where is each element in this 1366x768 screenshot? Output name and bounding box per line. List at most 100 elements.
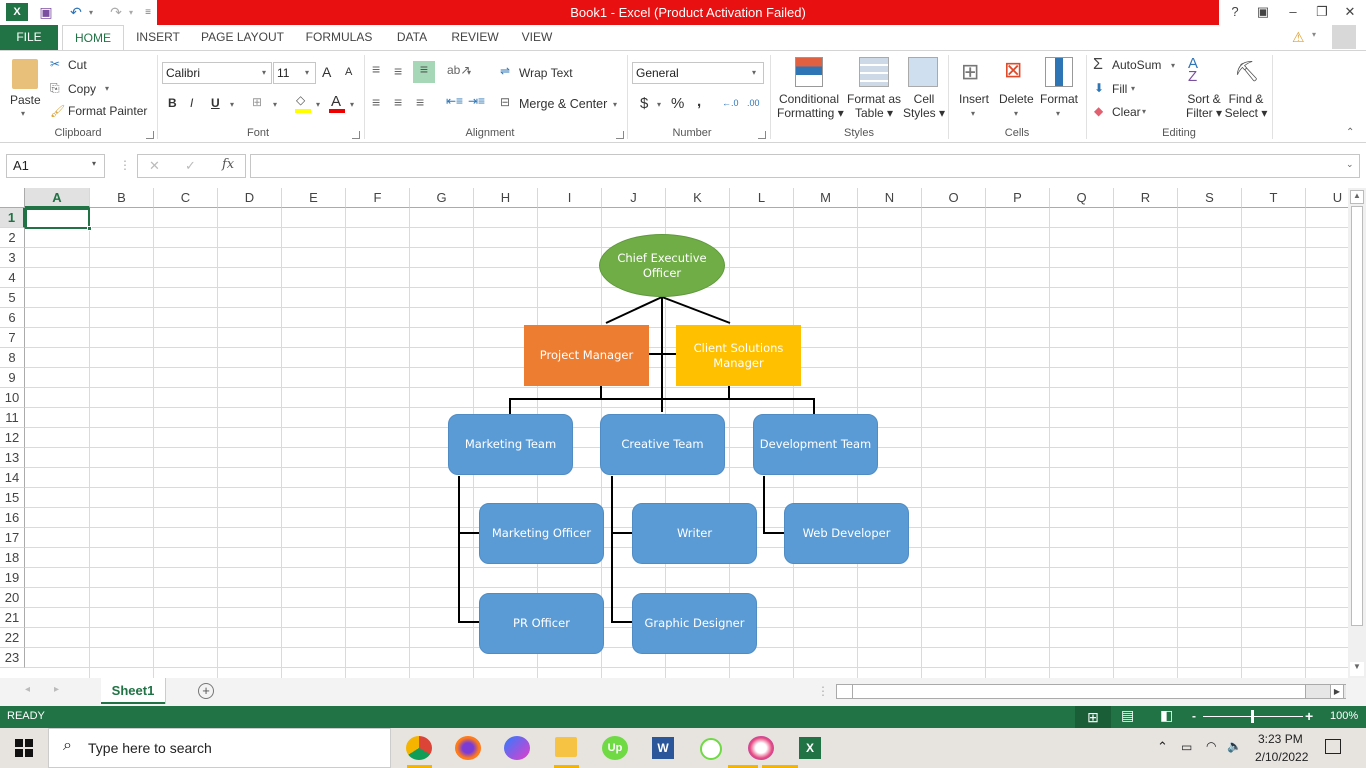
- cancel-icon[interactable]: ✕: [149, 158, 160, 174]
- autosum-dropdown-icon[interactable]: ▾: [1171, 61, 1175, 70]
- middle-align-icon[interactable]: ≡: [394, 63, 402, 79]
- increase-indent-icon[interactable]: ⇥≡: [468, 94, 485, 108]
- collapse-ribbon-icon[interactable]: ⌃: [1346, 127, 1354, 138]
- delete-cells-button[interactable]: Delete: [999, 92, 1034, 106]
- org-node-development-team[interactable]: Development Team: [753, 414, 878, 475]
- scroll-up-icon[interactable]: ▲: [1350, 190, 1364, 204]
- expand-formula-bar-icon[interactable]: ⌄: [1346, 159, 1354, 170]
- org-node-graphic-designer[interactable]: Graphic Designer: [632, 593, 757, 654]
- org-node-ceo[interactable]: Chief Executive Officer: [599, 234, 725, 297]
- page-layout-view-icon[interactable]: ▤: [1121, 707, 1134, 724]
- merge-center-button[interactable]: Merge & Center: [519, 97, 607, 111]
- page-break-preview-icon[interactable]: ◧: [1160, 707, 1173, 724]
- org-node-creative-team[interactable]: Creative Team: [600, 414, 725, 475]
- horizontal-scrollbar[interactable]: [836, 684, 1346, 699]
- chrome-icon[interactable]: [406, 736, 432, 760]
- upwork-icon[interactable]: Up: [602, 736, 628, 760]
- wrap-text-button[interactable]: Wrap Text: [519, 66, 573, 80]
- format-dropdown-icon[interactable]: ▾: [1056, 109, 1060, 118]
- number-format-dropdown-icon[interactable]: ▾: [752, 68, 756, 77]
- battery-icon[interactable]: ▭: [1181, 740, 1192, 754]
- orientation-dropdown-icon[interactable]: ▾: [467, 68, 471, 77]
- user-avatar[interactable]: [1332, 25, 1356, 49]
- redo-dropdown-icon[interactable]: ▾: [126, 2, 136, 22]
- name-box-dropdown-icon[interactable]: ▾: [92, 159, 96, 168]
- insert-dropdown-icon[interactable]: ▾: [971, 109, 975, 118]
- sheet-scroll-left-icon[interactable]: ◂: [25, 684, 30, 695]
- font-size-dropdown-icon[interactable]: ▾: [305, 68, 309, 77]
- percent-button[interactable]: %: [671, 95, 684, 112]
- zoom-in-button[interactable]: +: [1305, 708, 1313, 724]
- minimize-button[interactable]: –: [1281, 2, 1305, 22]
- formula-bar-grip-icon[interactable]: ⋮: [119, 158, 131, 172]
- close-button[interactable]: ✕: [1338, 2, 1362, 22]
- paste-icon[interactable]: [12, 59, 38, 89]
- org-node-marketing-officer[interactable]: Marketing Officer: [479, 503, 604, 564]
- align-left-icon[interactable]: ≡: [372, 94, 380, 110]
- org-node-pr-officer[interactable]: PR Officer: [479, 593, 604, 654]
- firefox-icon[interactable]: [455, 736, 481, 760]
- notification-center-icon[interactable]: [1325, 739, 1341, 754]
- merge-center-dropdown-icon[interactable]: ▾: [613, 100, 617, 109]
- clipboard-launcher-icon[interactable]: [146, 131, 154, 139]
- font-name-dropdown-icon[interactable]: ▾: [262, 68, 266, 77]
- timer-app-icon[interactable]: [700, 738, 722, 760]
- align-right-icon[interactable]: ≡: [416, 94, 424, 110]
- paste-dropdown-icon[interactable]: ▾: [21, 109, 25, 118]
- font-color-button[interactable]: A: [331, 93, 341, 110]
- clear-dropdown-icon[interactable]: ▾: [1142, 107, 1146, 116]
- worksheet-grid[interactable]: ABCDEFGHIJKLMNOPQRSTU 1 2 3 4 5 6 7 8 9 10 11 12 13 1…: [0, 188, 1348, 678]
- currency-button[interactable]: $: [640, 95, 648, 112]
- scroll-right-icon[interactable]: ▶: [1330, 684, 1344, 699]
- itunes-icon[interactable]: [748, 736, 774, 760]
- grow-font-button[interactable]: A: [322, 64, 331, 80]
- fill-dropdown-icon[interactable]: ▾: [1131, 84, 1135, 93]
- bold-button[interactable]: B: [168, 96, 177, 110]
- tab-page-layout[interactable]: PAGE LAYOUT: [195, 25, 290, 50]
- borders-dropdown-icon[interactable]: ▾: [273, 100, 277, 109]
- top-align-icon[interactable]: ≡: [372, 61, 380, 77]
- underline-dropdown-icon[interactable]: ▾: [230, 100, 234, 109]
- zoom-slider-thumb[interactable]: [1251, 710, 1254, 723]
- excel-taskbar-icon[interactable]: X: [799, 737, 821, 759]
- zoom-level[interactable]: 100%: [1330, 710, 1358, 722]
- underline-button[interactable]: U: [211, 96, 220, 110]
- undo-icon[interactable]: ↶: [66, 2, 86, 22]
- save-icon[interactable]: ▣: [36, 2, 56, 22]
- normal-view-icon[interactable]: ⊞: [1075, 706, 1111, 728]
- decrease-indent-icon[interactable]: ⇤≡: [446, 94, 463, 108]
- currency-dropdown-icon[interactable]: ▾: [657, 100, 661, 109]
- wifi-icon[interactable]: ◠: [1206, 739, 1216, 753]
- font-color-dropdown-icon[interactable]: ▾: [350, 100, 354, 109]
- vertical-scrollbar[interactable]: ▲ ▼: [1348, 188, 1366, 678]
- org-node-project-manager[interactable]: Project Manager: [524, 325, 649, 386]
- format-painter-button[interactable]: Format Painter: [68, 104, 147, 118]
- taskbar-search-box[interactable]: ⌕ Type here to search: [48, 728, 391, 768]
- org-node-marketing-team[interactable]: Marketing Team: [448, 414, 573, 475]
- zoom-out-button[interactable]: -: [1192, 709, 1196, 723]
- clock-time[interactable]: 3:23 PM: [1258, 732, 1303, 746]
- bottom-align-icon[interactable]: ≡: [413, 61, 435, 83]
- fill-button[interactable]: Fill: [1112, 82, 1127, 96]
- paste-button[interactable]: Paste: [10, 93, 41, 107]
- warning-icon[interactable]: ⚠: [1292, 29, 1305, 46]
- tab-data[interactable]: DATA: [388, 25, 436, 50]
- alignment-launcher-icon[interactable]: [616, 131, 624, 139]
- add-sheet-button[interactable]: +: [198, 683, 214, 699]
- ribbon-display-options-icon[interactable]: ▣: [1251, 2, 1275, 22]
- font-name-select[interactable]: Calibri: [162, 62, 272, 84]
- format-cells-button[interactable]: Format: [1040, 92, 1078, 106]
- conditional-formatting-button[interactable]: Conditional Formatting ▾: [777, 92, 844, 120]
- taskbar-search-input[interactable]: Type here to search: [88, 740, 212, 756]
- sheet-scroll-right-icon[interactable]: ▸: [54, 684, 59, 695]
- find-select-button[interactable]: Find & Select ▾: [1224, 92, 1268, 120]
- undo-dropdown-icon[interactable]: ▾: [86, 2, 96, 22]
- show-hidden-icons-chevron[interactable]: ⌃: [1157, 739, 1168, 755]
- volume-icon[interactable]: 🔈: [1227, 739, 1242, 753]
- split-grip-icon[interactable]: ⋮: [817, 684, 829, 698]
- sheet-tab-sheet1[interactable]: Sheet1: [101, 678, 165, 704]
- align-center-icon[interactable]: ≡: [394, 94, 402, 110]
- org-node-writer[interactable]: Writer: [632, 503, 757, 564]
- copy-button[interactable]: Copy: [68, 82, 96, 96]
- font-launcher-icon[interactable]: [352, 131, 360, 139]
